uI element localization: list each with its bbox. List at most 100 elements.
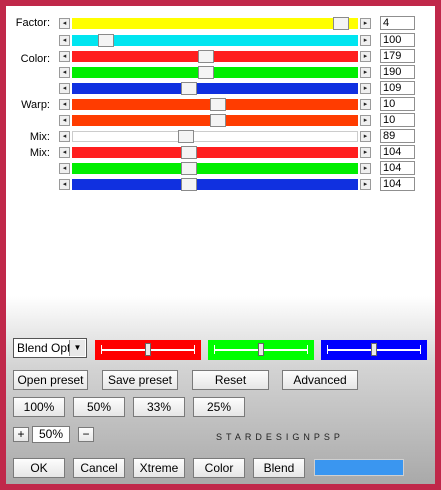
slider-thumb[interactable] xyxy=(181,178,198,191)
slider-thumb[interactable] xyxy=(332,17,349,30)
slider-thumb[interactable] xyxy=(178,130,195,143)
watermark-text: STARDESIGNPSP xyxy=(216,432,344,442)
zoom-out-button[interactable]: − xyxy=(78,427,94,442)
slider-value-field[interactable]: 10 xyxy=(380,113,415,127)
arrow-right-icon[interactable]: ▸ xyxy=(360,67,371,78)
chevron-down-icon[interactable]: ▼ xyxy=(69,340,85,356)
green-mini-slider[interactable] xyxy=(208,340,314,360)
slider-track[interactable] xyxy=(72,162,358,175)
slider-track[interactable] xyxy=(72,17,358,30)
slider-1[interactable]: ◂ ▸ xyxy=(59,17,371,30)
blue-mini-slider[interactable] xyxy=(321,340,427,360)
window-frame: Factor: Color: Warp: Mix: Mix: ◂ ▸ 4 ◂ ▸ 100 ◂… xyxy=(0,0,441,490)
slider-thumb[interactable] xyxy=(98,34,115,47)
warp-label: Warp: xyxy=(21,99,50,111)
slider-track[interactable] xyxy=(72,66,358,79)
slider-value-field[interactable]: 89 xyxy=(380,129,415,143)
arrow-left-icon[interactable]: ◂ xyxy=(59,99,70,110)
slider-track[interactable] xyxy=(72,98,358,111)
arrow-right-icon[interactable]: ▸ xyxy=(360,115,371,126)
arrow-left-icon[interactable]: ◂ xyxy=(59,131,70,142)
arrow-left-icon[interactable]: ◂ xyxy=(59,35,70,46)
slider-thumb[interactable] xyxy=(209,114,226,127)
arrow-right-icon[interactable]: ▸ xyxy=(360,83,371,94)
slider-7[interactable]: ◂ ▸ xyxy=(59,114,371,127)
mini-slider-tick xyxy=(101,345,102,354)
slider-thumb[interactable] xyxy=(181,146,198,159)
mini-slider-tick xyxy=(327,345,328,354)
slider-thumb[interactable] xyxy=(181,162,198,175)
zoom-100-button[interactable]: 100% xyxy=(13,397,65,417)
arrow-right-icon[interactable]: ▸ xyxy=(360,51,371,62)
slider-4[interactable]: ◂ ▸ xyxy=(59,66,371,79)
slider-value-field[interactable]: 104 xyxy=(380,145,415,159)
slider-5[interactable]: ◂ ▸ xyxy=(59,82,371,95)
arrow-left-icon[interactable]: ◂ xyxy=(59,67,70,78)
arrow-right-icon[interactable]: ▸ xyxy=(360,35,371,46)
slider-8[interactable]: ◂ ▸ xyxy=(59,130,371,143)
slider-value-field[interactable]: 4 xyxy=(380,16,415,30)
slider-track[interactable] xyxy=(72,178,358,191)
arrow-right-icon[interactable]: ▸ xyxy=(360,131,371,142)
slider-track[interactable] xyxy=(72,34,358,47)
arrow-left-icon[interactable]: ◂ xyxy=(59,179,70,190)
red-mini-slider[interactable] xyxy=(95,340,201,360)
slider-track[interactable] xyxy=(72,50,358,63)
slider-value-field[interactable]: 104 xyxy=(380,161,415,175)
arrow-left-icon[interactable]: ◂ xyxy=(59,51,70,62)
color-swatch[interactable] xyxy=(314,459,404,476)
slider-value-field[interactable]: 100 xyxy=(380,33,415,47)
arrow-left-icon[interactable]: ◂ xyxy=(59,163,70,174)
arrow-right-icon[interactable]: ▸ xyxy=(360,99,371,110)
ok-button[interactable]: OK xyxy=(13,458,65,478)
cancel-button[interactable]: Cancel xyxy=(73,458,125,478)
mini-slider-tick xyxy=(194,345,195,354)
zoom-33-button[interactable]: 33% xyxy=(133,397,185,417)
save-preset-button[interactable]: Save preset xyxy=(102,370,178,390)
arrow-left-icon[interactable]: ◂ xyxy=(59,115,70,126)
arrow-left-icon[interactable]: ◂ xyxy=(59,147,70,158)
mix-label-2: Mix: xyxy=(29,147,50,159)
slider-6[interactable]: ◂ ▸ xyxy=(59,98,371,111)
open-preset-button[interactable]: Open preset xyxy=(13,370,88,390)
slider-thumb[interactable] xyxy=(198,50,215,63)
slider-thumb[interactable] xyxy=(181,82,198,95)
blend-options-dropdown[interactable]: Blend Optio ▼ xyxy=(13,338,87,358)
slider-value-field[interactable]: 190 xyxy=(380,65,415,79)
blend-button[interactable]: Blend xyxy=(253,458,305,478)
blend-options-value: Blend Optio xyxy=(17,341,73,355)
zoom-50-button[interactable]: 50% xyxy=(73,397,125,417)
slider-3[interactable]: ◂ ▸ xyxy=(59,50,371,63)
slider-thumb[interactable] xyxy=(198,66,215,79)
zoom-value-field[interactable]: 50% xyxy=(32,426,70,443)
slider-value-field[interactable]: 104 xyxy=(380,177,415,191)
slider-track[interactable] xyxy=(72,82,358,95)
mini-slider-thumb[interactable] xyxy=(145,343,151,356)
arrow-left-icon[interactable]: ◂ xyxy=(59,83,70,94)
slider-11[interactable]: ◂ ▸ xyxy=(59,178,371,191)
arrow-right-icon[interactable]: ▸ xyxy=(360,163,371,174)
slider-track[interactable] xyxy=(72,146,358,159)
filter-panel: Factor: Color: Warp: Mix: Mix: ◂ ▸ 4 ◂ ▸ 100 ◂… xyxy=(6,6,435,484)
slider-track[interactable] xyxy=(72,114,358,127)
zoom-25-button[interactable]: 25% xyxy=(193,397,245,417)
mini-slider-thumb[interactable] xyxy=(371,343,377,356)
slider-10[interactable]: ◂ ▸ xyxy=(59,162,371,175)
zoom-in-button[interactable]: + xyxy=(13,427,29,442)
arrow-right-icon[interactable]: ▸ xyxy=(360,179,371,190)
mini-slider-thumb[interactable] xyxy=(258,343,264,356)
slider-value-field[interactable]: 109 xyxy=(380,81,415,95)
advanced-button[interactable]: Advanced xyxy=(282,370,358,390)
slider-value-field[interactable]: 10 xyxy=(380,97,415,111)
color-button[interactable]: Color xyxy=(193,458,245,478)
arrow-left-icon[interactable]: ◂ xyxy=(59,18,70,29)
slider-9[interactable]: ◂ ▸ xyxy=(59,146,371,159)
slider-2[interactable]: ◂ ▸ xyxy=(59,34,371,47)
slider-value-field[interactable]: 179 xyxy=(380,49,415,63)
arrow-right-icon[interactable]: ▸ xyxy=(360,18,371,29)
xtreme-button[interactable]: Xtreme xyxy=(133,458,185,478)
reset-button[interactable]: Reset xyxy=(192,370,269,390)
slider-track[interactable] xyxy=(72,130,358,143)
arrow-right-icon[interactable]: ▸ xyxy=(360,147,371,158)
slider-thumb[interactable] xyxy=(209,98,226,111)
